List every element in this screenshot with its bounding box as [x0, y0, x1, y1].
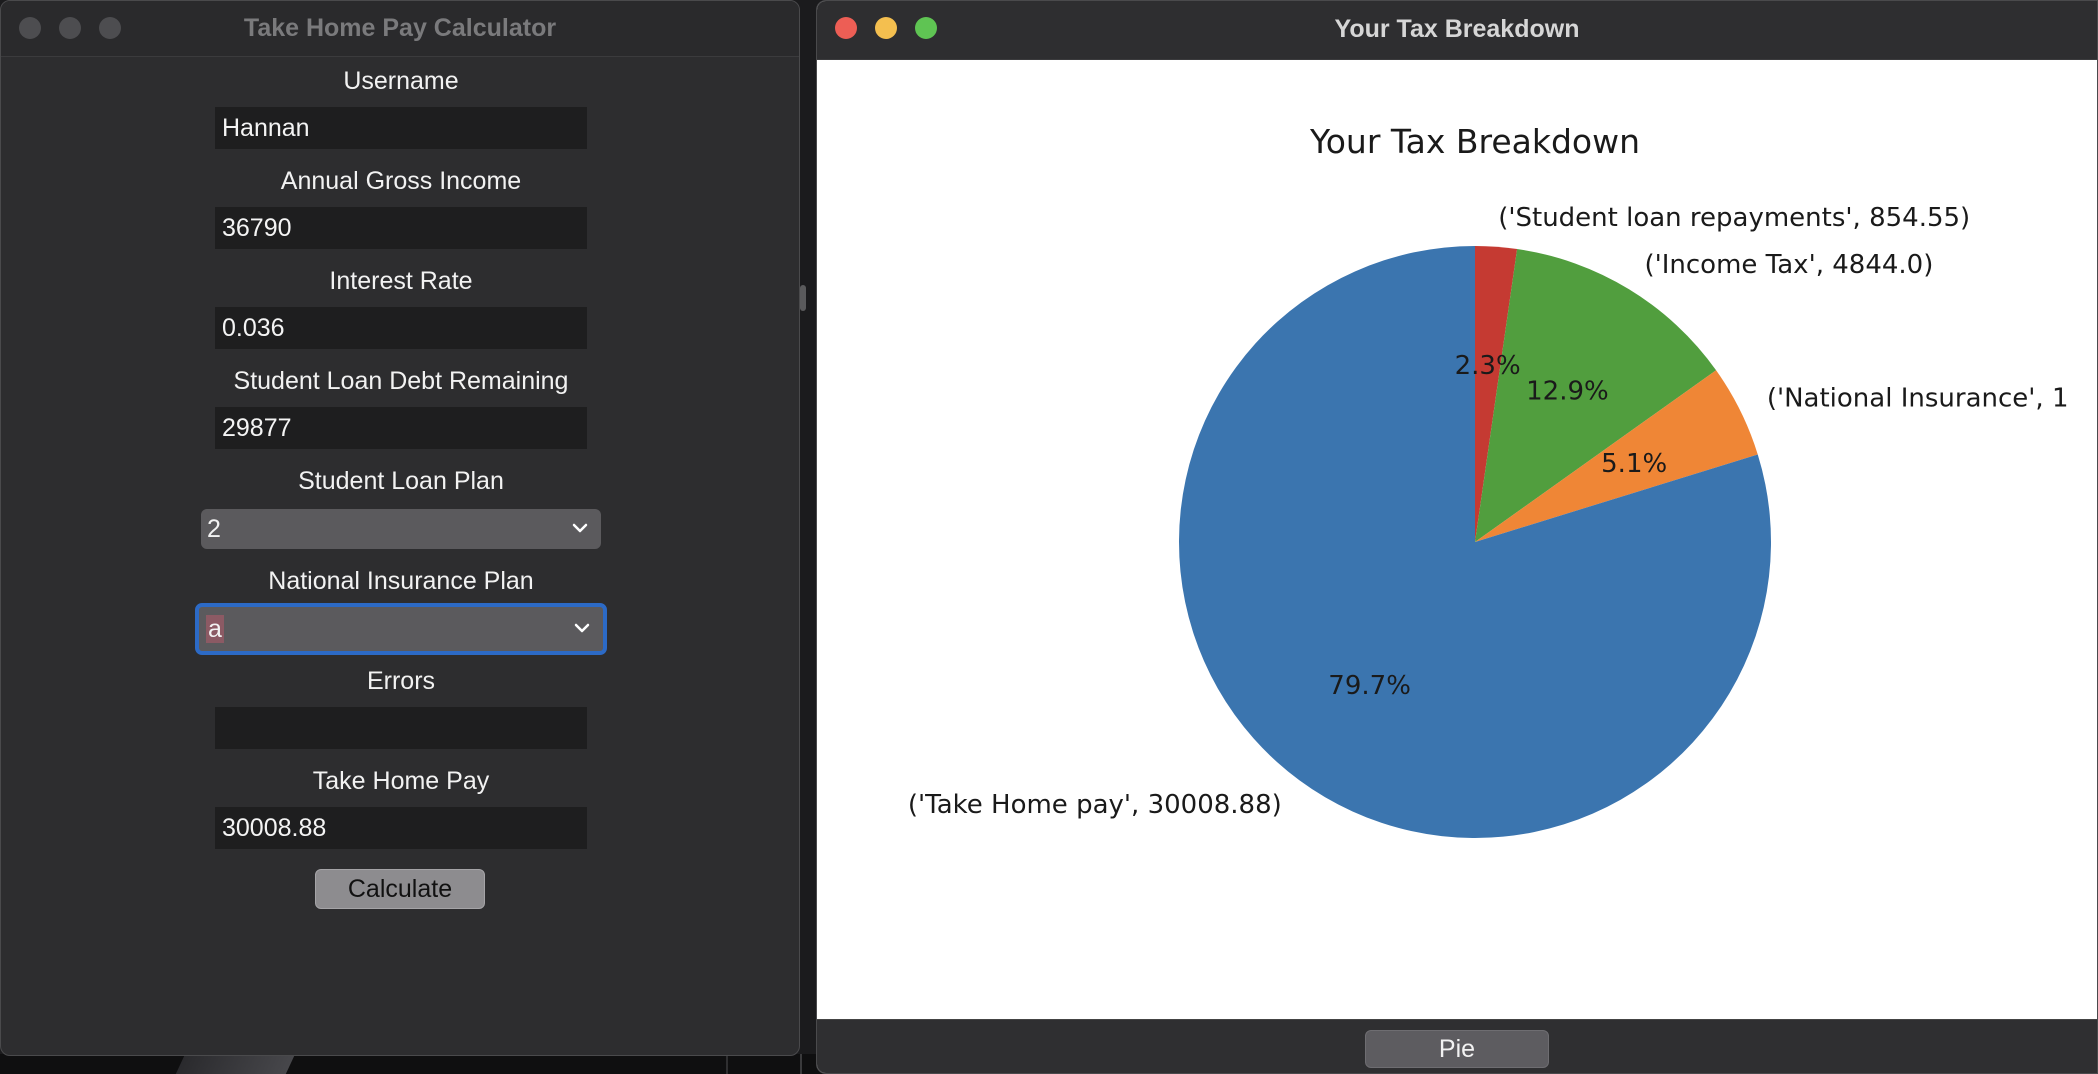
loan-plan-value: 2 — [207, 515, 221, 543]
slice-category-label: ('Take Home pay', 30008.88) — [908, 790, 1282, 820]
chart-window: Your Tax Breakdown Your Tax Breakdown 2.… — [816, 0, 2098, 1074]
desktop-background — [0, 1054, 830, 1074]
calculator-window: Take Home Pay Calculator Username Hannan… — [0, 0, 800, 1056]
desktop-wallpaper-fragment — [175, 1056, 295, 1074]
pie-chart: Your Tax Breakdown 2.3% ('Student loan re… — [908, 122, 2069, 838]
chart-title: Your Tax Breakdown — [1309, 122, 1640, 161]
chevron-down-icon — [572, 523, 588, 533]
ni-plan-value: a — [206, 615, 224, 643]
chart-titlebar[interactable]: Your Tax Breakdown — [817, 1, 2097, 60]
loan-plan-select[interactable]: 2 — [201, 509, 601, 549]
username-label: Username — [343, 67, 459, 95]
slice-category-label: ('Student loan repayments', 854.55) — [1498, 203, 1970, 233]
take-home-label: Take Home Pay — [312, 767, 490, 795]
slice-percent-label: 2.3% — [1455, 351, 1521, 381]
username-field[interactable]: Hannan — [215, 107, 587, 149]
slice-category-label: ('National Insurance', 1 — [1767, 384, 2069, 414]
errors-field[interactable] — [215, 707, 587, 749]
gross-income-label: Annual Gross Income — [280, 167, 522, 195]
desktop-divider — [726, 1054, 728, 1074]
slice-percent-label: 12.9% — [1526, 376, 1609, 406]
take-home-field[interactable]: 30008.88 — [215, 807, 587, 849]
window-title: Your Tax Breakdown — [1334, 15, 1580, 43]
pie-button[interactable]: Pie — [1365, 1030, 1549, 1068]
loan-debt-field[interactable]: 29877 — [215, 407, 587, 449]
loan-debt-label: Student Loan Debt Remaining — [233, 367, 569, 395]
ni-plan-select[interactable]: a — [195, 603, 607, 655]
errors-label: Errors — [366, 667, 436, 695]
interest-rate-label: Interest Rate — [329, 267, 473, 295]
calculator-titlebar[interactable]: Take Home Pay Calculator — [1, 1, 799, 57]
ni-plan-label: National Insurance Plan — [268, 567, 534, 595]
chevron-down-icon — [574, 623, 590, 633]
chart-toolbar: Pie — [817, 1019, 2097, 1073]
slice-category-label: ('Income Tax', 4844.0) — [1644, 250, 1933, 280]
desktop-divider — [800, 1054, 802, 1074]
interest-rate-field[interactable]: 0.036 — [215, 307, 587, 349]
gross-income-field[interactable]: 36790 — [215, 207, 587, 249]
slice-percent-label: 79.7% — [1328, 671, 1411, 701]
loan-plan-label: Student Loan Plan — [298, 467, 504, 495]
slice-percent-label: 5.1% — [1601, 449, 1667, 479]
calculate-button[interactable]: Calculate — [315, 869, 485, 909]
resize-handle[interactable] — [800, 285, 806, 311]
window-title: Take Home Pay Calculator — [243, 14, 557, 42]
